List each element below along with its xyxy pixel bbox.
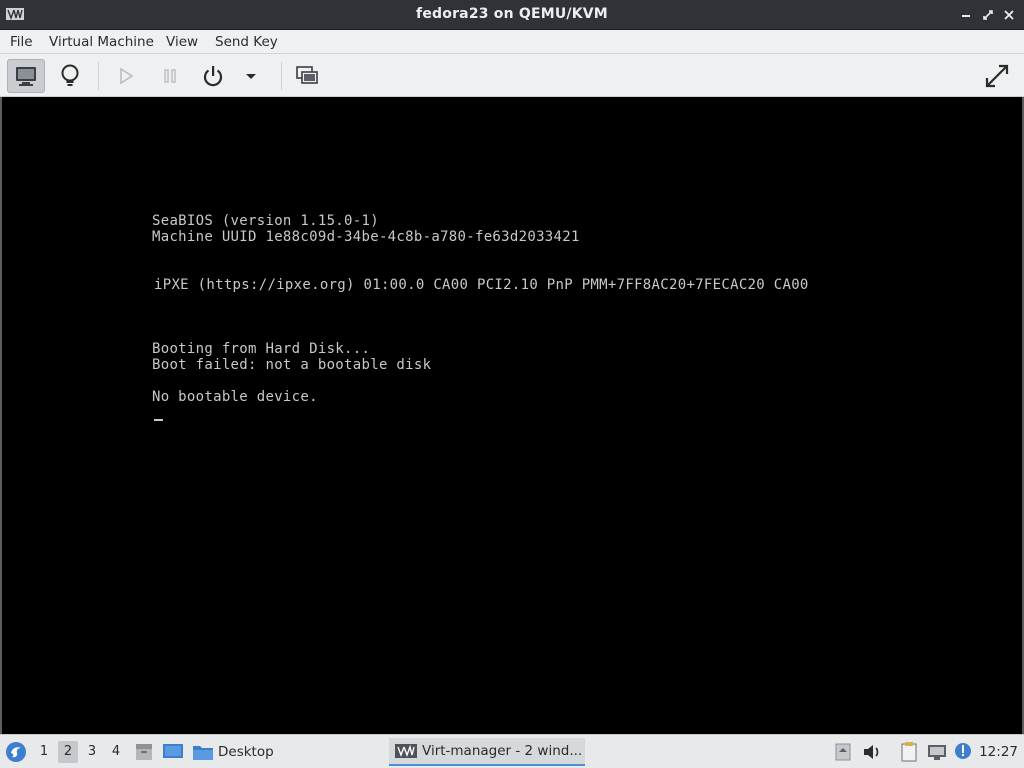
details-icon	[61, 64, 79, 86]
details-button[interactable]	[51, 59, 89, 93]
start-menu-icon[interactable]	[5, 741, 27, 763]
menu-file[interactable]: File	[10, 34, 33, 50]
clipboard-icon[interactable]	[899, 741, 919, 763]
window-titlebar[interactable]: fedora23 on QEMU/KVM	[0, 0, 1024, 30]
console-line-booting: Booting from Hard Disk...	[152, 341, 371, 357]
workspace-1[interactable]: 1	[34, 741, 54, 763]
taskbar-clock[interactable]: 12:27	[979, 744, 1018, 760]
toolbar	[0, 54, 1024, 97]
run-button[interactable]	[107, 59, 145, 93]
console-icon	[16, 67, 36, 86]
toolbar-separator	[281, 62, 282, 90]
console-line-ipxe: iPXE (https://ipxe.org) 01:00.0 CA00 PCI…	[154, 277, 809, 293]
workspace-2[interactable]: 2	[58, 741, 78, 763]
console-line-no-bootable-device: No bootable device.	[152, 389, 318, 405]
console-cursor	[154, 419, 163, 421]
network-icon[interactable]	[927, 743, 947, 761]
console-button[interactable]	[7, 59, 45, 93]
tray-scroll-icon[interactable]	[835, 743, 851, 761]
menubar: File Virtual Machine View Send Key	[0, 30, 1024, 54]
pause-button[interactable]	[151, 59, 189, 93]
workspace-3[interactable]: 3	[82, 741, 102, 763]
taskbar: 1 2 3 4 Desktop Virt-manager - 2 wind...	[0, 734, 1024, 768]
show-desktop-icon[interactable]	[162, 742, 184, 762]
menu-virtual-machine[interactable]: Virtual Machine	[49, 34, 154, 50]
volume-icon[interactable]	[862, 743, 882, 761]
fullscreen-icon	[985, 64, 1009, 88]
vm-console-display[interactable]: SeaBIOS (version 1.15.0-1) Machine UUID …	[2, 97, 1022, 734]
window-title: fedora23 on QEMU/KVM	[416, 6, 608, 22]
workspace-4[interactable]: 4	[106, 741, 126, 763]
task-virt-manager[interactable]: Virt-manager - 2 wind...	[389, 738, 585, 766]
folder-icon	[193, 746, 213, 760]
console-line-boot-failed: Boot failed: not a bootable disk	[152, 357, 432, 373]
power-menu-dropdown-icon	[246, 74, 256, 79]
fullscreen-button[interactable]	[978, 59, 1016, 93]
snapshots-icon	[296, 66, 318, 84]
toolbar-separator	[98, 62, 99, 90]
virt-manager-task-icon	[395, 744, 417, 758]
close-icon[interactable]	[1001, 7, 1017, 23]
minimize-icon[interactable]	[958, 7, 974, 23]
updates-icon[interactable]	[953, 741, 973, 761]
pause-icon	[164, 69, 176, 83]
console-line-bios-version: SeaBIOS (version 1.15.0-1)	[152, 213, 379, 229]
task-desktop-folder[interactable]: Desktop	[192, 738, 274, 766]
file-manager-launcher-icon[interactable]	[134, 742, 154, 762]
menu-view[interactable]: View	[166, 34, 198, 50]
power-button[interactable]	[194, 59, 232, 93]
snapshots-button[interactable]	[288, 59, 326, 93]
task-desktop-label: Desktop	[218, 744, 274, 760]
run-icon	[120, 67, 134, 85]
console-line-machine-uuid: Machine UUID 1e88c09d-34be-4c8b-a780-fe6…	[152, 229, 580, 245]
restore-icon[interactable]	[980, 7, 996, 23]
power-icon	[203, 66, 223, 87]
power-menu-dropdown[interactable]	[236, 59, 266, 93]
task-virt-manager-label: Virt-manager - 2 wind...	[422, 743, 583, 759]
menu-send-key[interactable]: Send Key	[215, 34, 278, 50]
